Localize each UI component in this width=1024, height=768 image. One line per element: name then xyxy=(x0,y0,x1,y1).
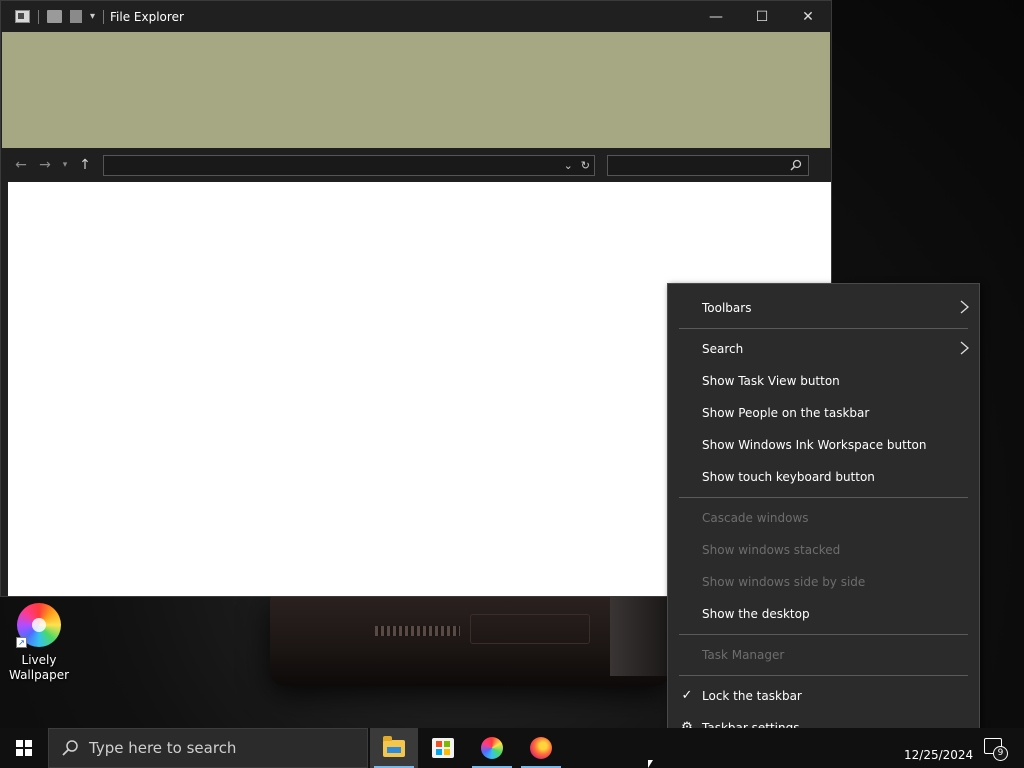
file-explorer-icon xyxy=(383,735,405,757)
search-icon xyxy=(62,740,78,756)
menu-item-label: Cascade windows xyxy=(702,511,809,525)
window-title: File Explorer xyxy=(110,9,184,24)
toolbar-divider xyxy=(38,9,39,24)
menu-item-show-people[interactable]: Show People on the taskbar xyxy=(668,399,979,427)
menu-item-label: Show the desktop xyxy=(702,607,810,621)
address-dropdown-icon[interactable]: ⌄ xyxy=(564,159,573,172)
menu-item-label: Show windows side by side xyxy=(702,575,866,589)
taskbar-app-firefox[interactable] xyxy=(517,728,565,768)
notification-count-badge: 9 xyxy=(993,746,1008,761)
menu-item-show-ink-workspace[interactable]: Show Windows Ink Workspace button xyxy=(668,431,979,459)
menu-item-label: Toolbars xyxy=(702,301,752,315)
navigation-bar: ← → ▾ ↑ ⌄ ↻ xyxy=(1,148,831,182)
menu-item-label: Show Task View button xyxy=(702,374,840,388)
minimize-button[interactable]: — xyxy=(693,1,739,32)
customize-toolbar-icon[interactable]: ▾ xyxy=(90,11,95,22)
menu-item-task-manager: Task Manager xyxy=(668,641,979,669)
menu-item-toolbars[interactable]: Toolbars xyxy=(668,294,979,322)
taskbar-search-box[interactable]: Type here to search xyxy=(48,728,368,768)
desktop-icon-label: Lively Wallpaper xyxy=(8,653,70,682)
forward-arrow-icon[interactable]: → xyxy=(33,157,57,173)
chevron-right-icon xyxy=(960,300,969,314)
taskbar-app-file-explorer[interactable] xyxy=(370,728,418,768)
desktop-icon-lively-wallpaper[interactable]: ↗ Lively Wallpaper xyxy=(6,603,72,683)
back-arrow-icon[interactable]: ← xyxy=(9,157,33,173)
taskbar-app-store[interactable] xyxy=(419,728,467,768)
chevron-right-icon xyxy=(960,341,969,355)
close-button[interactable]: ✕ xyxy=(785,1,831,32)
taskbar-search-placeholder: Type here to search xyxy=(89,739,237,757)
recent-locations-icon[interactable]: ▾ xyxy=(57,160,73,170)
start-button[interactable] xyxy=(0,728,48,768)
properties-icon[interactable] xyxy=(47,10,62,23)
menu-separator xyxy=(679,328,968,329)
menu-item-label: Lock the taskbar xyxy=(702,689,802,703)
checkmark-icon: ✓ xyxy=(681,688,693,703)
menu-item-search[interactable]: Search xyxy=(668,335,979,363)
wallpaper-vent xyxy=(375,626,460,636)
color-app-icon xyxy=(481,737,503,759)
taskbar-clock-date[interactable]: 12/25/2024 xyxy=(904,748,973,762)
maximize-button[interactable]: ☐ xyxy=(739,1,785,32)
menu-item-show-touch-keyboard[interactable]: Show touch keyboard button xyxy=(668,463,979,491)
windows-logo-icon xyxy=(16,740,32,756)
refresh-icon[interactable]: ↻ xyxy=(581,159,590,172)
taskbar-context-menu: Toolbars Search Show Task View button Sh… xyxy=(667,283,980,744)
firefox-icon xyxy=(530,737,552,759)
menu-item-label: Show Windows Ink Workspace button xyxy=(702,438,927,452)
store-icon xyxy=(432,738,454,758)
menu-separator xyxy=(679,675,968,676)
up-arrow-icon[interactable]: ↑ xyxy=(73,157,97,173)
quick-access-toolbar: ▾ xyxy=(1,9,105,24)
menu-item-label: Show windows stacked xyxy=(702,543,841,557)
menu-separator xyxy=(679,634,968,635)
title-bar[interactable]: ▾ File Explorer — ☐ ✕ xyxy=(1,1,831,32)
search-input[interactable] xyxy=(607,154,809,176)
menu-item-show-task-view[interactable]: Show Task View button xyxy=(668,367,979,395)
taskbar[interactable]: Type here to search 12/25/2024 9 xyxy=(0,728,1024,768)
menu-item-windows-side-by-side: Show windows side by side xyxy=(668,568,979,596)
wallpaper-panel xyxy=(470,614,590,644)
wallpaper-side xyxy=(610,596,670,676)
menu-item-show-desktop[interactable]: Show the desktop xyxy=(668,600,979,628)
menu-item-label: Show touch keyboard button xyxy=(702,470,875,484)
menu-item-label: Search xyxy=(702,342,744,356)
toolbar-divider xyxy=(103,9,105,24)
shortcut-arrow-icon: ↗ xyxy=(16,637,27,648)
search-icon[interactable] xyxy=(790,159,802,171)
menu-item-label: Task Manager xyxy=(702,648,785,662)
menu-item-label: Show People on the taskbar xyxy=(702,406,870,420)
new-folder-icon[interactable] xyxy=(70,10,82,23)
menu-item-windows-stacked: Show windows stacked xyxy=(668,536,979,564)
mouse-cursor-icon xyxy=(648,760,653,768)
address-bar[interactable]: ⌄ ↻ xyxy=(103,154,595,176)
action-center-icon[interactable]: 9 xyxy=(984,738,1008,761)
menu-separator xyxy=(679,497,968,498)
window-controls: — ☐ ✕ xyxy=(693,1,831,32)
taskbar-app-color[interactable] xyxy=(468,728,516,768)
menu-item-lock-taskbar[interactable]: ✓ Lock the taskbar xyxy=(668,682,979,710)
wallpaper-device xyxy=(270,596,670,686)
ribbon-area xyxy=(2,32,830,148)
menu-item-cascade-windows: Cascade windows xyxy=(668,504,979,532)
file-explorer-app-icon[interactable] xyxy=(15,10,30,23)
